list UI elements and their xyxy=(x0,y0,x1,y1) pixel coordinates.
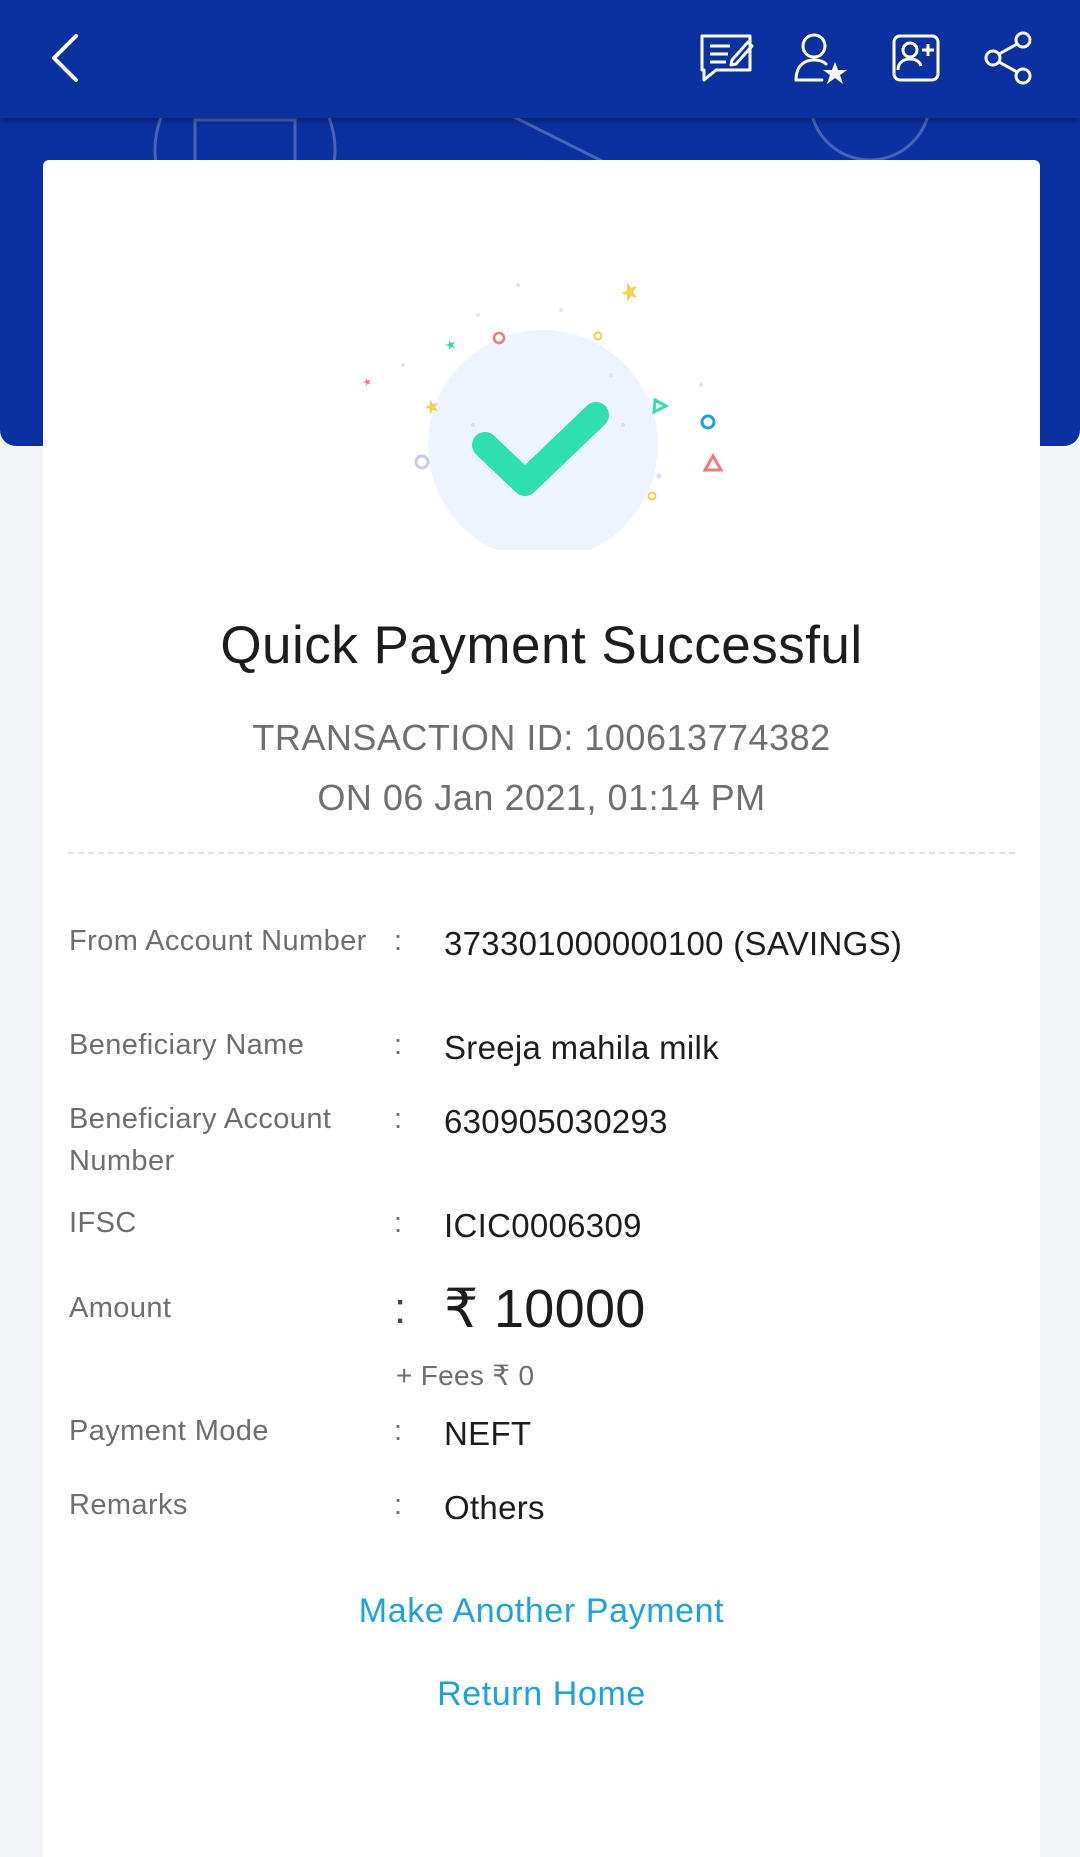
feedback-icon[interactable] xyxy=(694,26,758,90)
payment-mode-value: NEFT xyxy=(444,1415,532,1452)
remarks-value: Others xyxy=(444,1489,545,1526)
payment-mode-label: Payment Mode xyxy=(69,1415,269,1447)
detail-colon: : xyxy=(394,1207,403,1239)
fees-text: + Fees ₹ 0 xyxy=(396,1360,535,1391)
detail-colon: : xyxy=(394,1415,403,1447)
detail-colon: : xyxy=(394,1029,403,1061)
receipt-card: Quick Payment Successful TRANSACTION ID:… xyxy=(43,160,1040,1857)
ifsc-label: IFSC xyxy=(69,1207,137,1239)
back-arrow-icon[interactable] xyxy=(36,26,100,90)
add-payee-icon[interactable] xyxy=(884,26,948,90)
favourite-payee-icon[interactable] xyxy=(788,26,852,90)
detail-colon: : xyxy=(394,925,403,957)
beneficiary-name-value: Sreeja mahila milk xyxy=(444,1029,719,1066)
beneficiary-account-label: Beneficiary Account Number xyxy=(69,1103,332,1177)
from-account-label: From Account Number xyxy=(69,925,367,957)
amount-value: ₹ 10000 xyxy=(444,1279,646,1339)
beneficiary-name-label: Beneficiary Name xyxy=(69,1029,305,1061)
transaction-datetime: ON 06 Jan 2021, 01:14 PM xyxy=(317,777,766,818)
remarks-label: Remarks xyxy=(69,1489,188,1521)
detail-colon: : xyxy=(394,1284,407,1333)
beneficiary-account-value: 630905030293 xyxy=(444,1103,668,1140)
dashed-divider xyxy=(68,852,1015,854)
detail-colon: : xyxy=(394,1489,403,1521)
amount-label: Amount xyxy=(69,1292,172,1324)
ifsc-value: ICIC0006309 xyxy=(444,1207,642,1244)
make-another-payment-link[interactable]: Make Another Payment xyxy=(43,1592,1040,1631)
app-bar xyxy=(0,0,1080,118)
success-check-icon xyxy=(363,282,724,550)
transaction-id-text: TRANSACTION ID: 100613774382 xyxy=(252,717,831,758)
transaction-id: TRANSACTION ID: 100613774382 ON 06 Jan 2… xyxy=(43,708,1040,828)
from-account-value: 373301000000100 (SAVINGS) xyxy=(444,925,903,962)
detail-colon: : xyxy=(394,1103,403,1135)
return-home-link[interactable]: Return Home xyxy=(43,1675,1040,1714)
status-title: Quick Payment Successful xyxy=(220,616,863,675)
share-icon[interactable] xyxy=(977,26,1041,90)
